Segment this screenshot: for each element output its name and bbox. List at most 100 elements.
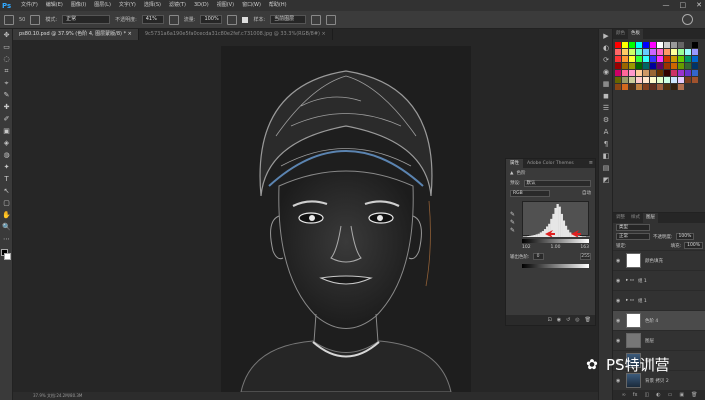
- blend-mode-select[interactable]: 正常: [616, 233, 650, 240]
- color-swatch[interactable]: [692, 77, 698, 83]
- color-swatch[interactable]: [657, 49, 663, 55]
- input-black-field[interactable]: 102: [522, 245, 531, 250]
- layer-row[interactable]: ◉ 色阶 4: [613, 310, 705, 330]
- color-swatch[interactable]: [678, 84, 684, 90]
- color-swatch[interactable]: [678, 49, 684, 55]
- color-swatch[interactable]: [678, 77, 684, 83]
- color-swatch[interactable]: [671, 77, 677, 83]
- panel-tab[interactable]: 调整: [613, 213, 628, 223]
- tool-icon[interactable]: ⌖: [1, 78, 12, 89]
- properties-footer-icon[interactable]: ◉: [557, 315, 561, 325]
- color-swatch[interactable]: [615, 49, 621, 55]
- color-swatch[interactable]: [671, 56, 677, 62]
- panel-tab[interactable]: 颜色: [613, 29, 628, 39]
- pressure-size-icon[interactable]: [326, 14, 337, 25]
- auto-button[interactable]: 自动: [582, 190, 591, 196]
- color-swatch[interactable]: [657, 42, 663, 48]
- menu-item[interactable]: 视图(V): [213, 0, 238, 11]
- color-swatch[interactable]: [629, 63, 635, 69]
- panel-shortcut-icon[interactable]: ◧: [601, 151, 611, 161]
- panel-shortcut-icon[interactable]: ☰: [601, 103, 611, 113]
- aligned-checkbox[interactable]: [242, 16, 249, 23]
- color-swatch[interactable]: [657, 70, 663, 76]
- panel-shortcut-icon[interactable]: ◐: [601, 43, 611, 53]
- color-swatch[interactable]: [664, 49, 670, 55]
- color-swatch[interactable]: [657, 56, 663, 62]
- tool-icon[interactable]: ✥: [1, 30, 12, 41]
- color-swatch[interactable]: [629, 42, 635, 48]
- layers-footer-icon[interactable]: ◐: [656, 390, 660, 400]
- ignore-adjustment-icon[interactable]: [311, 14, 322, 25]
- color-swatch[interactable]: [643, 84, 649, 90]
- color-swatch[interactable]: [664, 56, 670, 62]
- tool-icon[interactable]: ✐: [1, 114, 12, 125]
- channel-select[interactable]: RGB: [510, 189, 550, 197]
- visibility-eye-icon[interactable]: ◉: [616, 378, 622, 384]
- white-point-eyedropper-icon[interactable]: ✎: [510, 227, 515, 235]
- color-swatch[interactable]: [692, 70, 698, 76]
- color-swatch[interactable]: [685, 42, 691, 48]
- panel-shortcut-icon[interactable]: ◩: [601, 175, 611, 185]
- tool-icon[interactable]: ▣: [1, 126, 12, 137]
- properties-footer-icon[interactable]: 🗑: [585, 315, 591, 325]
- menu-item[interactable]: 滤镜(T): [165, 0, 190, 11]
- levels-histogram[interactable]: [522, 201, 591, 238]
- color-swatch[interactable]: [650, 42, 656, 48]
- tool-icon[interactable]: 🔍: [1, 222, 12, 233]
- tool-icon[interactable]: ◍: [1, 150, 12, 161]
- color-swatch[interactable]: [622, 56, 628, 62]
- document-canvas[interactable]: [221, 46, 471, 392]
- color-swatch[interactable]: [671, 42, 677, 48]
- color-swatch[interactable]: [671, 49, 677, 55]
- color-swatch[interactable]: [650, 70, 656, 76]
- panel-tab[interactable]: 色板: [628, 29, 643, 39]
- color-swatch[interactable]: [692, 63, 698, 69]
- layer-row[interactable]: ◉ ▸ ▭ 组 1: [613, 270, 705, 290]
- layers-footer-icon[interactable]: fx: [633, 390, 638, 400]
- color-swatch[interactable]: [629, 49, 635, 55]
- color-swatch[interactable]: [671, 70, 677, 76]
- panel-shortcut-icon[interactable]: ◼: [601, 91, 611, 101]
- preset-select[interactable]: 默认: [523, 179, 591, 187]
- color-swatch[interactable]: [664, 63, 670, 69]
- color-swatch[interactable]: [650, 49, 656, 55]
- color-swatch[interactable]: [657, 63, 663, 69]
- color-swatch[interactable]: [650, 77, 656, 83]
- input-white-field[interactable]: 163: [580, 245, 589, 250]
- color-swatch[interactable]: [615, 63, 621, 69]
- color-swatch[interactable]: [622, 70, 628, 76]
- color-swatch[interactable]: [615, 77, 621, 83]
- color-swatch[interactable]: [643, 49, 649, 55]
- visibility-eye-icon[interactable]: ◉: [616, 298, 622, 304]
- color-swatch[interactable]: [643, 42, 649, 48]
- color-swatch[interactable]: [650, 56, 656, 62]
- panel-shortcut-icon[interactable]: ▶: [601, 31, 611, 41]
- close-button[interactable]: ✕: [696, 0, 702, 11]
- panel-shortcut-icon[interactable]: ⚙: [601, 115, 611, 125]
- color-swatch[interactable]: [671, 84, 677, 90]
- color-swatch[interactable]: [643, 56, 649, 62]
- panel-shortcut-icon[interactable]: ⟳: [601, 55, 611, 65]
- color-swatch[interactable]: [629, 70, 635, 76]
- black-point-eyedropper-icon[interactable]: ✎: [510, 211, 515, 219]
- menu-item[interactable]: 图层(L): [90, 0, 115, 11]
- photoshop-logo[interactable]: Ps: [2, 1, 14, 11]
- color-swatch[interactable]: [629, 84, 635, 90]
- visibility-eye-icon[interactable]: ◉: [616, 338, 622, 344]
- panel-tab[interactable]: 样式: [628, 213, 643, 223]
- color-swatch[interactable]: [643, 77, 649, 83]
- color-swatch[interactable]: [643, 63, 649, 69]
- pressure-opacity-icon[interactable]: [168, 14, 179, 25]
- panel-shortcut-icon[interactable]: ¶: [601, 139, 611, 149]
- color-swatch[interactable]: [636, 56, 642, 62]
- color-swatch[interactable]: [650, 84, 656, 90]
- color-swatch[interactable]: [622, 84, 628, 90]
- layers-footer-icon[interactable]: ∞: [622, 390, 626, 400]
- color-swatch[interactable]: [650, 63, 656, 69]
- color-swatch[interactable]: [685, 70, 691, 76]
- color-swatch[interactable]: [615, 84, 621, 90]
- color-swatch[interactable]: [664, 70, 670, 76]
- color-swatch[interactable]: [615, 42, 621, 48]
- background-color[interactable]: [4, 253, 11, 260]
- color-swatch[interactable]: [622, 42, 628, 48]
